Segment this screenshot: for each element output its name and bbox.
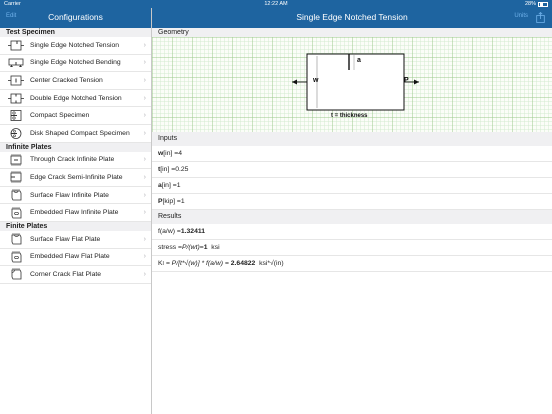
chevron-right-icon: › [143,76,146,84]
sidebar-item-corner-crack-flat[interactable]: Corner Crack Flat Plate › [0,266,151,284]
sidebar-item-compact[interactable]: Compact Specimen › [0,107,151,125]
sidebar-item-label: Compact Specimen [30,112,90,120]
sidebar-item-edge-crack[interactable]: Edge Crack Semi-Infinite Plate › [0,169,151,187]
sidebar-item-embedded-flaw-infinite[interactable]: Embedded Flaw Infinite Plate › [0,204,151,222]
sidebar-item-label: Edge Crack Semi-Infinite Plate [30,173,123,181]
width-label: w [313,77,319,84]
sidebar-item-label: Double Edge Notched Tension [30,94,122,102]
sidebar-item-cct[interactable]: Center Cracked Tension › [0,72,151,90]
result-stress-label: stress = [158,244,182,251]
through-crack-plate-icon [7,153,25,166]
inputs-header: Inputs [152,132,552,146]
chevron-right-icon: › [143,235,146,243]
thickness-label: t = thickness [331,113,368,119]
input-a-row[interactable]: a [in] =1 [152,178,552,194]
section-header-infinite-plates: Infinite Plates [0,142,151,152]
section-header-finite-plates: Finite Plates [0,221,151,231]
input-a-value: [in] =1 [161,182,181,189]
chevron-right-icon: › [143,253,146,261]
configurations-navbar: Edit Configurations [0,8,151,28]
sidebar-item-surface-flaw-infinite[interactable]: Surface Flaw Infinite Plate › [0,187,151,205]
result-stress-formula: P/(wt) [182,244,200,251]
sidebar-item-label: Disk Shaped Compact Specimen [30,129,130,137]
battery-status: 28% [525,1,548,7]
chevron-right-icon: › [143,156,146,164]
chevron-right-icon: › [143,41,146,49]
detail-pane: Geometry w a P t = thickness Inputs w [i… [152,28,552,414]
chevron-right-icon: › [143,129,146,137]
sidebar-item-sent[interactable]: Single Edge Notched Tension › [0,37,151,55]
chevron-right-icon: › [143,59,146,67]
sidebar-item-senb[interactable]: Single Edge Notched Bending › [0,55,151,73]
embedded-flaw-flat-icon [7,250,25,263]
chevron-right-icon: › [143,270,146,278]
configurations-title: Configurations [48,12,103,22]
crack-length-label: a [357,57,361,64]
input-p-row[interactable]: P [kip] =1 [152,194,552,210]
sent-specimen-icon [7,39,25,51]
result-f-row: f(a/w) = 1.32411 [152,224,552,240]
corner-crack-flat-icon [7,268,25,280]
chevron-right-icon: › [143,191,146,199]
sidebar-item-label: Embedded Flaw Flat Plate [30,253,110,261]
share-icon[interactable] [536,12,545,23]
surface-flaw-flat-icon [7,233,25,245]
section-header-test-specimen: Test Specimen [0,28,151,37]
detail-title: Single Edge Notched Tension [296,12,408,22]
chevron-right-icon: › [143,112,146,120]
compact-specimen-icon [7,110,25,122]
sidebar-item-disk[interactable]: Disk Shaped Compact Specimen › [0,125,151,143]
sidebar-item-label: Embedded Flaw Infinite Plate [30,209,119,217]
sidebar-item-label: Single Edge Notched Bending [30,59,121,67]
result-stress-row: stress = P/(wt) = 1 ksi [152,240,552,256]
status-bar: Carrier 12:22 AM 28% [0,0,552,8]
sidebar-item-label: Surface Flaw Infinite Plate [30,191,109,199]
load-label: P [404,77,409,84]
result-k-unit: ksi*√(in) [255,260,284,267]
dent-specimen-icon [7,92,25,104]
result-k-row: KI = P/[t*√(w)] * f(a/w) = 2.64822 ksi*√… [152,256,552,272]
senb-specimen-icon [7,57,25,69]
sidebar-item-embedded-flaw-flat[interactable]: Embedded Flaw Flat Plate › [0,249,151,267]
sidebar-item-label: Single Edge Notched Tension [30,41,120,49]
surface-flaw-plate-icon [7,189,25,201]
units-button[interactable]: Units [514,13,528,19]
cct-specimen-icon [7,74,25,86]
chevron-right-icon: › [143,209,146,217]
chevron-right-icon: › [143,173,146,181]
result-k-value: 2.64822 [230,260,256,267]
input-t-row[interactable]: t [in] =0.25 [152,162,552,178]
embedded-flaw-plate-icon [7,206,25,219]
sidebar-item-label: Center Cracked Tension [30,76,103,84]
sidebar-item-label: Surface Flaw Flat Plate [30,235,101,243]
battery-percent: 28% [524,1,536,7]
sidebar-item-surface-flaw-flat[interactable]: Surface Flaw Flat Plate › [0,231,151,249]
input-t-value: [in] =0.25 [160,166,189,173]
edge-crack-plate-icon [7,171,25,184]
geometry-diagram: w a P t = thickness [152,37,552,132]
geometry-header: Geometry [152,28,552,37]
chevron-right-icon: › [143,94,146,102]
battery-icon [538,1,548,7]
sidebar-item-label: Through Crack Infinite Plate [30,156,115,164]
sidebar-item-label: Corner Crack Flat Plate [30,270,102,278]
input-p-value: [kip] =1 [162,198,185,205]
result-k-formula: = P/[t*√(w)] * f(a/w) = [163,260,231,267]
sidebar-item-dent[interactable]: Double Edge Notched Tension › [0,90,151,108]
results-header: Results [152,210,552,224]
result-stress-unit: ksi [207,244,220,251]
result-f-label: f(a/w) = [158,228,181,235]
clock: 12:22 AM [264,1,288,7]
detail-navbar: Single Edge Notched Tension Units [152,8,552,28]
disk-specimen-icon [7,127,25,139]
configurations-sidebar: Test Specimen Single Edge Notched Tensio… [0,28,151,414]
input-w-row[interactable]: w [in] =4 [152,146,552,162]
result-f-value: 1.32411 [180,228,206,235]
input-w-value: [in] =4 [163,150,183,157]
sidebar-item-through-crack[interactable]: Through Crack Infinite Plate › [0,152,151,170]
